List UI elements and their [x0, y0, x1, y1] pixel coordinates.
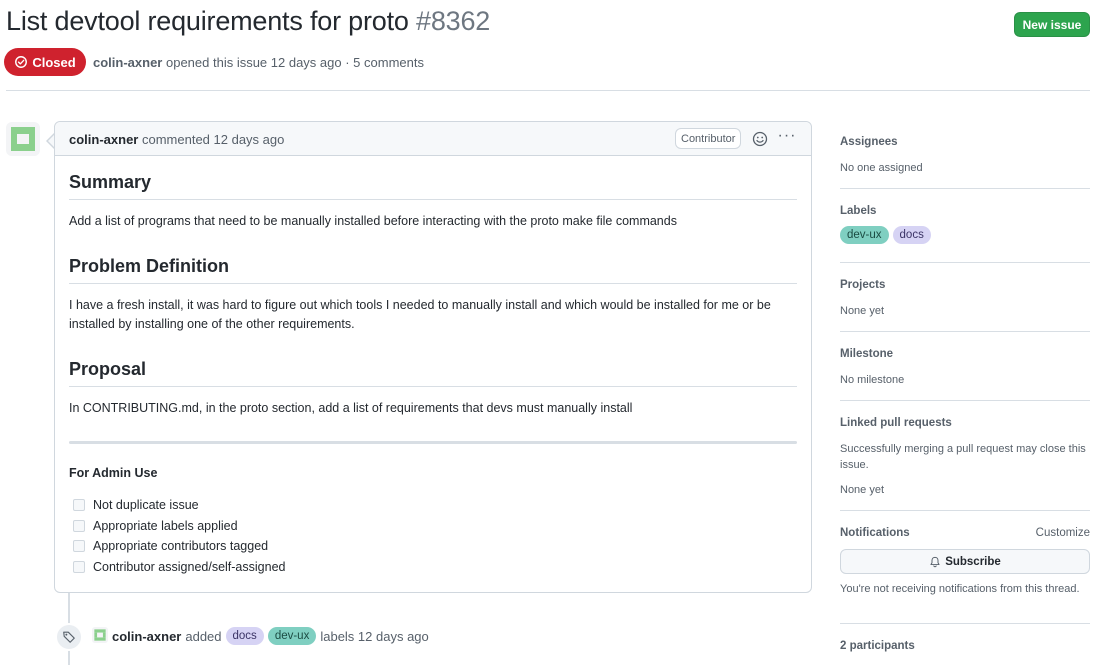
section-divider [69, 441, 797, 444]
section-body: I have a fresh install, it was hard to f… [69, 298, 771, 331]
timeline-event: colin-axner added docs dev-ux labels 12 … [112, 627, 429, 645]
section-body: In CONTRIBUTING.md, in the proto section… [69, 401, 633, 415]
labels-title[interactable]: Labels [840, 205, 1090, 217]
issue-meta: colin-axner opened this issue 12 days ag… [93, 55, 424, 70]
notifications-note: You're not receiving notifications from … [840, 583, 1080, 595]
issue-title: List devtool requirements for proto #836… [6, 6, 490, 37]
contributor-badge: Contributor [675, 128, 742, 149]
sidebar-participants: 2 participants [840, 640, 1090, 652]
task-item: Appropriate contributors tagged [73, 539, 268, 553]
task-checkbox [73, 520, 85, 532]
event-actor-avatar[interactable] [92, 627, 108, 643]
task-label: Contributor assigned/self-assigned [93, 560, 286, 574]
customize-link[interactable]: Customize [1036, 527, 1090, 539]
section-body: Add a list of programs that need to be m… [69, 214, 677, 228]
projects-title[interactable]: Projects [840, 279, 1090, 291]
task-label: Not duplicate issue [93, 498, 199, 512]
comment-byline: colin-axner commented 12 days ago [69, 132, 284, 147]
task-label: Appropriate contributors tagged [93, 539, 269, 553]
issue-closed-icon [15, 56, 28, 68]
smiley-icon[interactable] [752, 131, 768, 147]
section-heading: Summary [69, 172, 797, 200]
milestone-value: No milestone [840, 374, 905, 386]
comment-header: colin-axner commented 12 days ago Contri… [55, 122, 811, 156]
label-dev-ux[interactable]: dev-ux [840, 226, 889, 244]
sidebar-divider [840, 262, 1090, 263]
comment-time[interactable]: commented 12 days ago [142, 132, 284, 147]
sidebar-divider [840, 510, 1090, 511]
sidebar-divider [840, 400, 1090, 401]
linked-prs-value: None yet [840, 484, 885, 496]
milestone-title[interactable]: Milestone [840, 348, 1090, 360]
subscribe-button[interactable]: Subscribe [840, 549, 1090, 574]
issue-number: #8362 [416, 6, 491, 36]
task-item: Contributor assigned/self-assigned [73, 560, 285, 574]
sidebar-projects: Projects None yet [840, 279, 1090, 319]
section-heading: Proposal [69, 359, 797, 387]
task-item: Not duplicate issue [73, 498, 199, 512]
task-checkbox [73, 540, 85, 552]
linked-prs-description: Successfully merging a pull request may … [840, 443, 1086, 471]
tag-icon [55, 623, 83, 651]
label-docs[interactable]: docs [892, 226, 931, 244]
label-dev-ux[interactable]: dev-ux [267, 627, 317, 645]
new-issue-button[interactable]: New issue [1014, 12, 1090, 37]
issue-state-label: Closed [32, 54, 76, 70]
issue-author-link[interactable]: colin-axner [93, 55, 162, 70]
assignees-title[interactable]: Assignees [840, 136, 1090, 148]
sidebar-divider [840, 623, 1090, 624]
issue-comment: colin-axner commented 12 days ago Contri… [54, 121, 812, 593]
sidebar-linked-prs: Linked pull requests Successfully mergin… [840, 417, 1090, 498]
sidebar-notifications: Notifications Customize Subscribe You're… [840, 527, 1090, 597]
task-item: Appropriate labels applied [73, 519, 238, 533]
subscribe-label: Subscribe [945, 555, 1001, 568]
sidebar-divider [840, 188, 1090, 189]
event-action: added [185, 628, 222, 644]
section-proposal: Proposal In CONTRIBUTING.md, in the prot… [69, 359, 797, 418]
sidebar-assignees: Assignees No one assigned [840, 136, 1090, 176]
assignees-value: No one assigned [840, 162, 923, 174]
admin-heading: For Admin Use [69, 466, 158, 480]
issue-state-badge: Closed [4, 48, 86, 76]
event-suffix[interactable]: labels 12 days ago [320, 629, 428, 644]
section-heading: Problem Definition [69, 256, 797, 284]
task-checkbox [73, 499, 85, 511]
linked-prs-title[interactable]: Linked pull requests [840, 417, 1090, 429]
kebab-horizontal-icon[interactable]: ··· [776, 128, 798, 147]
bell-icon [930, 556, 940, 567]
comment-author-link[interactable]: colin-axner [69, 132, 138, 147]
header-divider [6, 90, 1090, 91]
task-checkbox [73, 561, 85, 573]
sidebar-labels: Labels dev-ux docs [840, 205, 1090, 244]
author-avatar[interactable] [6, 122, 40, 156]
label-docs[interactable]: docs [225, 627, 264, 645]
issue-meta-text: opened this issue 12 days ago · 5 commen… [165, 55, 424, 70]
sidebar-milestone: Milestone No milestone [840, 348, 1090, 388]
projects-value: None yet [840, 305, 885, 317]
sidebar-divider [840, 331, 1090, 332]
event-actor-link[interactable]: colin-axner [112, 629, 181, 644]
issue-title-text: List devtool requirements for proto [6, 6, 409, 36]
section-problem-definition: Problem Definition I have a fresh instal… [69, 256, 797, 334]
section-summary: Summary Add a list of programs that need… [69, 172, 797, 231]
participants-title: 2 participants [840, 640, 915, 652]
task-label: Appropriate labels applied [93, 519, 238, 533]
